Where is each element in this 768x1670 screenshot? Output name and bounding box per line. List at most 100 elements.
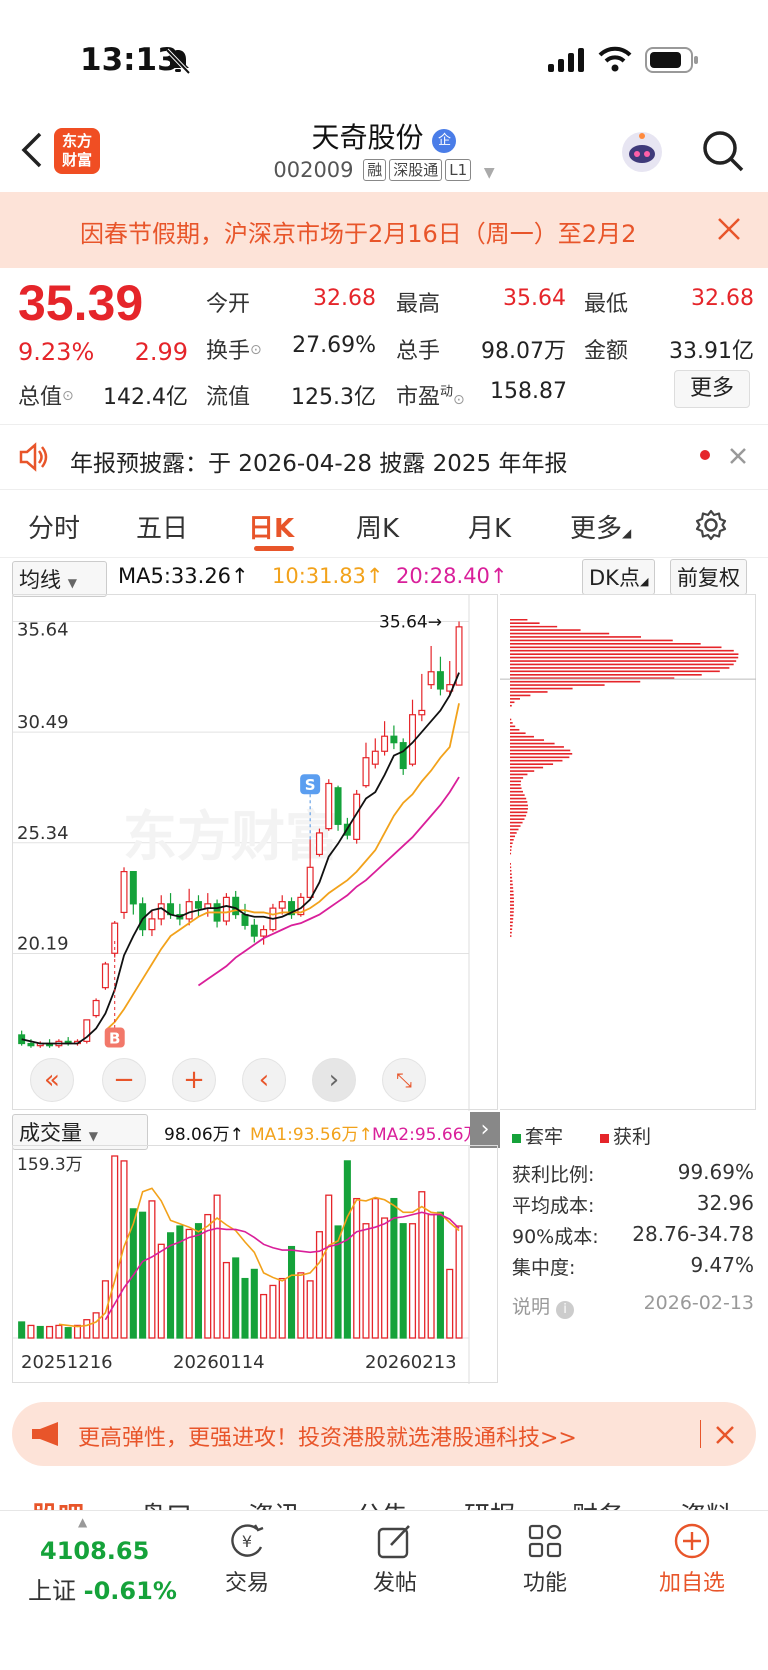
- explain-link[interactable]: 说明 i: [512, 1292, 575, 1319]
- ma5-value: MA5:33.26↑: [118, 564, 249, 588]
- tab-five-day[interactable]: 五日: [136, 508, 188, 545]
- scroll-right-button[interactable]: ›: [312, 1058, 356, 1102]
- stock-code: 002009: [273, 158, 354, 182]
- volume-bar: [92, 1312, 100, 1339]
- volume-bar: [353, 1197, 361, 1339]
- cost-distribution-svg: [500, 618, 756, 937]
- index-line[interactable]: 上证 -0.61%: [28, 1571, 177, 1606]
- candle-body: [334, 787, 342, 825]
- scroll-left-button[interactable]: ‹: [242, 1058, 286, 1102]
- tab-intraday[interactable]: 分时: [28, 508, 80, 545]
- expand-right-icon[interactable]: ›: [470, 1112, 500, 1148]
- candle-body: [418, 709, 426, 716]
- open-label: 今开: [206, 292, 251, 317]
- change-percent: 9.23%: [18, 338, 95, 366]
- volume-max-label: 159.3万: [17, 1155, 83, 1175]
- nav-post[interactable]: 发帖: [360, 1521, 430, 1597]
- info-tabs-partial: 股吧 盘口 资讯 公告 研报 财务 资料: [0, 1492, 768, 1510]
- total-cap-value: 142.4亿: [103, 385, 188, 410]
- tab-announcements[interactable]: 公告: [356, 1496, 408, 1510]
- candle-body: [436, 671, 444, 690]
- volume-chart[interactable]: 159.3万 20251216 20260114 20260213: [12, 1145, 499, 1384]
- high-price-label: 35.64→: [379, 612, 442, 632]
- y-tick-label: 30.49: [17, 712, 69, 733]
- candle-body: [250, 924, 258, 937]
- ma20-value: 20:28.40↑: [396, 564, 508, 588]
- volume-bar: [371, 1197, 379, 1339]
- promo-text: 更高弹性，更强进攻！投资港股就选港股通科技>>: [78, 1426, 577, 1451]
- volume-ma1-line: [58, 1187, 460, 1328]
- cost90-value: 28.76-34.78: [632, 1222, 754, 1246]
- index-value[interactable]: 4108.65: [40, 1537, 149, 1565]
- volume-bar: [269, 1284, 277, 1339]
- candle-body: [278, 901, 286, 909]
- candle-body: [427, 671, 435, 686]
- volume-ma2: MA2:95.66万: [372, 1125, 472, 1145]
- float-cap-value: 125.3亿: [291, 385, 376, 410]
- tab-weekly-k[interactable]: 周K: [356, 508, 399, 545]
- kline-chart[interactable]: 35.64 30.49 25.34 20.19 东方财富 35.64→ B S: [12, 594, 499, 1111]
- current-price: 35.39: [18, 275, 144, 331]
- zoom-in-button[interactable]: +: [172, 1058, 216, 1102]
- candle-body: [315, 832, 323, 856]
- candle-body: [129, 871, 137, 905]
- info-dots-icon: ⊙: [62, 388, 74, 404]
- volume-svg[interactable]: 159.3万 20251216 20260114 20260213: [13, 1146, 499, 1384]
- total-cap-label[interactable]: 总值⊙: [18, 379, 74, 411]
- close-icon[interactable]: [728, 446, 748, 466]
- wifi-icon: [598, 46, 632, 72]
- close-icon[interactable]: [716, 216, 742, 242]
- close-icon[interactable]: [714, 1424, 736, 1446]
- zoom-out-button[interactable]: −: [102, 1058, 146, 1102]
- scroll-far-left-button[interactable]: «: [30, 1058, 74, 1102]
- watermark: 东方财富: [123, 805, 339, 868]
- tab-financials[interactable]: 财务: [572, 1496, 624, 1510]
- volume-bar: [436, 1211, 444, 1339]
- status-bar: 13:13: [0, 0, 768, 110]
- tag-margin: 融: [363, 159, 387, 181]
- enterprise-badge-icon: 企: [432, 129, 457, 153]
- sell-marker-text: S: [305, 776, 316, 794]
- tag-shenzhen-connect: 深股通: [389, 159, 443, 181]
- volume-bar: [287, 1245, 296, 1339]
- high-value: 35.64: [503, 286, 566, 311]
- info-icon: i: [556, 1301, 575, 1319]
- nav-add-watchlist[interactable]: 加自选: [652, 1521, 732, 1597]
- volume-bar: [260, 1293, 268, 1339]
- float-cap-label: 流值: [206, 385, 251, 410]
- nav-trade[interactable]: ¥ 交易: [212, 1521, 282, 1597]
- tab-monthly-k[interactable]: 月K: [468, 508, 511, 545]
- x-tick-label: 20251216: [21, 1352, 113, 1373]
- turnover-label[interactable]: 换手⊙: [206, 333, 262, 365]
- candle-body: [148, 918, 156, 931]
- tab-profile[interactable]: 资料: [680, 1496, 732, 1510]
- adjust-button[interactable]: 前复权: [670, 559, 747, 595]
- caret-icon: ◢: [622, 526, 632, 540]
- legend-trapped: 套牢: [512, 1122, 563, 1149]
- tab-news[interactable]: 资讯: [248, 1496, 300, 1510]
- tab-forum[interactable]: 股吧: [32, 1496, 84, 1510]
- candle-body: [232, 896, 240, 916]
- info-dots-icon: ⊙: [453, 392, 465, 408]
- pe-label[interactable]: 市盈动⊙: [396, 379, 465, 411]
- nav-functions[interactable]: 功能: [510, 1521, 580, 1597]
- kline-svg[interactable]: 35.64 30.49 25.34 20.19 东方财富 35.64→ B S: [13, 595, 499, 1111]
- tab-daily-k[interactable]: 日K: [248, 508, 294, 545]
- volume-bar: [278, 1277, 286, 1339]
- tab-more[interactable]: 更多◢: [570, 508, 631, 545]
- volume-bar: [222, 1261, 230, 1339]
- indicator-select[interactable]: 均线 ▼: [12, 561, 107, 597]
- tab-order-book[interactable]: 盘口: [140, 1496, 192, 1510]
- volume-bar: [381, 1217, 389, 1339]
- buy-marker-text: B: [109, 1030, 120, 1048]
- avg-cost-label: 平均成本:: [512, 1195, 595, 1217]
- search-icon[interactable]: [700, 128, 746, 174]
- expand-icon[interactable]: ⤡: [382, 1058, 426, 1102]
- robot-assistant-icon[interactable]: [618, 128, 666, 176]
- settings-gear-icon[interactable]: [694, 508, 728, 542]
- tab-research[interactable]: 研报: [464, 1496, 516, 1510]
- volume-bar: [446, 1268, 454, 1339]
- more-quote-button[interactable]: 更多: [674, 370, 750, 408]
- mute-bell-icon: [165, 48, 191, 75]
- dk-point-button[interactable]: DK点◢: [582, 559, 656, 595]
